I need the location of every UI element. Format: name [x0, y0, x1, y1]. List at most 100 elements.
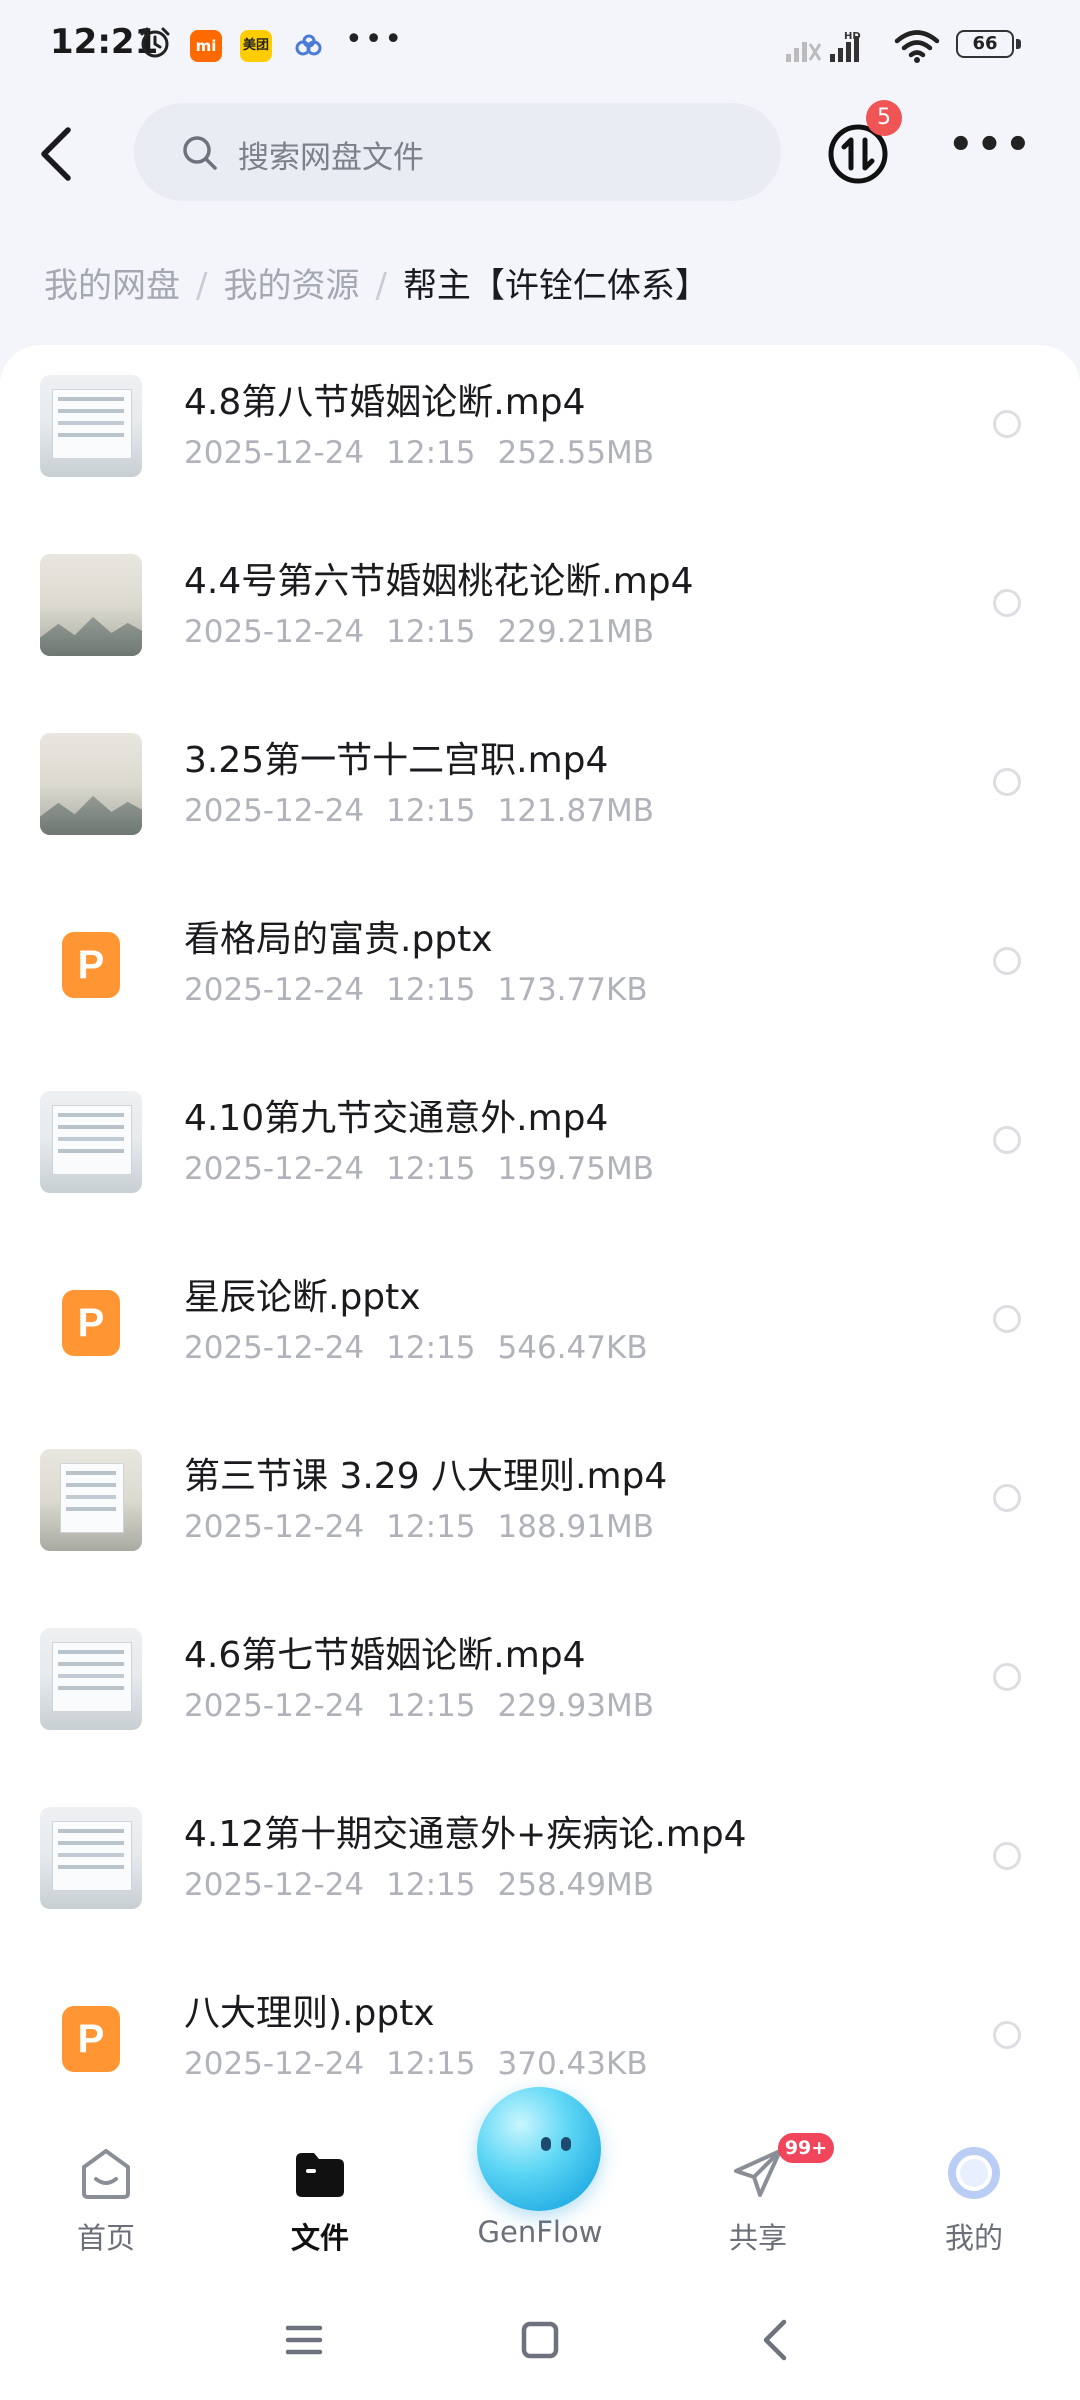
menu-lines-icon[interactable] [274, 2310, 334, 2370]
select-checkbox[interactable] [993, 947, 1021, 975]
hd-label: HD [844, 31, 861, 42]
nav-home[interactable]: 首页 [16, 2115, 196, 2270]
search-placeholder: 搜索网盘文件 [238, 140, 424, 176]
file-meta: 2025-12-24 12:15 229.21MB [184, 614, 676, 650]
file-size: 173.77KB [497, 972, 648, 1008]
breadcrumb-separator: / [196, 266, 208, 306]
paper-plane-icon [734, 2149, 782, 2197]
select-checkbox[interactable] [993, 410, 1021, 438]
file-date: 2025-12-24 [184, 1867, 365, 1903]
file-time: 12:15 [386, 435, 476, 471]
file-size: 121.87MB [497, 793, 654, 829]
breadcrumb: 我的网盘 / 我的资源 / 帮主【许铨仁体系】 [44, 258, 709, 308]
file-name: 3.25第一节十二宫职.mp4 [184, 740, 609, 781]
ppt-file-icon: P [62, 932, 120, 998]
file-date: 2025-12-24 [184, 793, 365, 829]
file-meta: 2025-12-24 12:15 159.75MB [184, 1151, 676, 1187]
select-checkbox[interactable] [993, 589, 1021, 617]
video-thumbnail [40, 1091, 142, 1193]
file-time: 12:15 [386, 972, 476, 1008]
nav-profile-label: 我的 [944, 2221, 1003, 2255]
more-dots-icon[interactable]: ••• [948, 125, 1031, 176]
select-checkbox[interactable] [993, 1305, 1021, 1333]
select-checkbox[interactable] [993, 2021, 1021, 2049]
file-date: 2025-12-24 [184, 435, 365, 471]
home-face-icon [82, 2149, 130, 2199]
video-thumbnail [40, 1807, 142, 1909]
battery-icon: 66 [956, 30, 1022, 60]
folder-icon [296, 2153, 344, 2197]
file-name: 看格局的富贵.pptx [184, 919, 493, 960]
file-time: 12:15 [386, 1867, 476, 1903]
breadcrumb-my-drive[interactable]: 我的网盘 [44, 266, 180, 306]
video-thumbnail [40, 733, 142, 835]
file-size: 229.93MB [497, 1688, 654, 1724]
file-row[interactable]: P 看格局的富贵.pptx 2025-12-24 12:15 173.77KB [0, 882, 1080, 1061]
file-name: 4.12第十期交通意外+疾病论.mp4 [184, 1814, 747, 1855]
file-list: 4.8第八节婚姻论断.mp4 2025-12-24 12:15 252.55MB 4… [0, 345, 1080, 2115]
breadcrumb-my-resources[interactable]: 我的资源 [223, 266, 359, 306]
nav-files[interactable]: 文件 [230, 2115, 410, 2270]
file-time: 12:15 [386, 614, 476, 650]
file-size: 188.91MB [497, 1509, 654, 1545]
back-arrow-icon[interactable] [30, 118, 86, 190]
transfer-badge: 5 [866, 100, 902, 136]
file-row[interactable]: 第三节课 3.29 八大理则.mp4 2025-12-24 12:15 188.91… [0, 1419, 1080, 1598]
file-row[interactable]: P 星辰论断.pptx 2025-12-24 12:15 546.47KB [0, 1240, 1080, 1419]
file-date: 2025-12-24 [184, 1509, 365, 1545]
meituan-app-icon: 美团 [240, 30, 272, 62]
file-row[interactable]: 4.8第八节婚姻论断.mp4 2025-12-24 12:15 252.55MB [0, 345, 1080, 524]
select-checkbox[interactable] [993, 768, 1021, 796]
file-time: 12:15 [386, 793, 476, 829]
file-size: 546.47KB [497, 1330, 648, 1366]
file-meta: 2025-12-24 12:15 121.87MB [184, 793, 676, 829]
breadcrumb-current-folder: 帮主【许铨仁体系】 [402, 266, 709, 306]
file-time: 12:15 [386, 2046, 476, 2082]
file-meta: 2025-12-24 12:15 188.91MB [184, 1509, 676, 1545]
home-square-icon[interactable] [510, 2310, 570, 2370]
cloud-sync-icon [295, 34, 322, 56]
ppt-file-icon: P [62, 1290, 120, 1356]
back-chevron-icon[interactable] [746, 2310, 806, 2370]
signal-strength-icon: HD [786, 31, 861, 62]
nav-home-label: 首页 [76, 2221, 135, 2255]
file-date: 2025-12-24 [184, 614, 365, 650]
file-row[interactable]: 4.4号第六节婚姻桃花论断.mp4 2025-12-24 12:15 229.21M… [0, 524, 1080, 703]
wifi-icon [894, 30, 940, 63]
select-checkbox[interactable] [993, 1842, 1021, 1870]
file-name: 4.6第七节婚姻论断.mp4 [184, 1635, 586, 1676]
ppt-file-icon: P [62, 2006, 120, 2072]
file-size: 370.43KB [497, 2046, 648, 2082]
file-meta: 2025-12-24 12:15 229.93MB [184, 1688, 676, 1724]
file-time: 12:15 [386, 1688, 476, 1724]
file-meta: 2025-12-24 12:15 258.49MB [184, 1867, 676, 1903]
nav-profile[interactable]: 我的 [884, 2115, 1064, 2270]
notification-more-icon: ••• [345, 22, 405, 57]
select-checkbox[interactable] [993, 1663, 1021, 1691]
file-row[interactable]: 4.12第十期交通意外+疾病论.mp4 2025-12-24 12:15 258.4… [0, 1777, 1080, 1956]
file-name: 星辰论断.pptx [184, 1277, 421, 1318]
select-checkbox[interactable] [993, 1126, 1021, 1154]
genflow-ball-icon[interactable] [477, 2087, 601, 2211]
video-thumbnail [40, 375, 142, 477]
file-name: 第三节课 3.29 八大理则.mp4 [184, 1456, 668, 1497]
file-size: 258.49MB [497, 1867, 654, 1903]
file-name: 4.8第八节婚姻论断.mp4 [184, 382, 586, 423]
file-row[interactable]: 3.25第一节十二宫职.mp4 2025-12-24 12:15 121.87MB [0, 703, 1080, 882]
search-icon [183, 136, 217, 170]
file-size: 159.75MB [497, 1151, 654, 1187]
select-checkbox[interactable] [993, 1484, 1021, 1512]
search-input[interactable]: 搜索网盘文件 [134, 103, 781, 201]
video-thumbnail [40, 1628, 142, 1730]
video-thumbnail [40, 1449, 142, 1551]
file-size: 229.21MB [497, 614, 654, 650]
breadcrumb-separator: / [375, 266, 387, 306]
file-date: 2025-12-24 [184, 1688, 365, 1724]
file-row[interactable]: 4.6第七节婚姻论断.mp4 2025-12-24 12:15 229.93MB [0, 1598, 1080, 1777]
file-name: 4.10第九节交通意外.mp4 [184, 1098, 609, 1139]
profile-ring-icon [948, 2147, 1000, 2199]
share-badge: 99+ [778, 2133, 834, 2163]
alarm-clock-icon [140, 27, 170, 58]
file-row[interactable]: 4.10第九节交通意外.mp4 2025-12-24 12:15 159.75MB [0, 1061, 1080, 1240]
file-meta: 2025-12-24 12:15 546.47KB [184, 1330, 670, 1366]
